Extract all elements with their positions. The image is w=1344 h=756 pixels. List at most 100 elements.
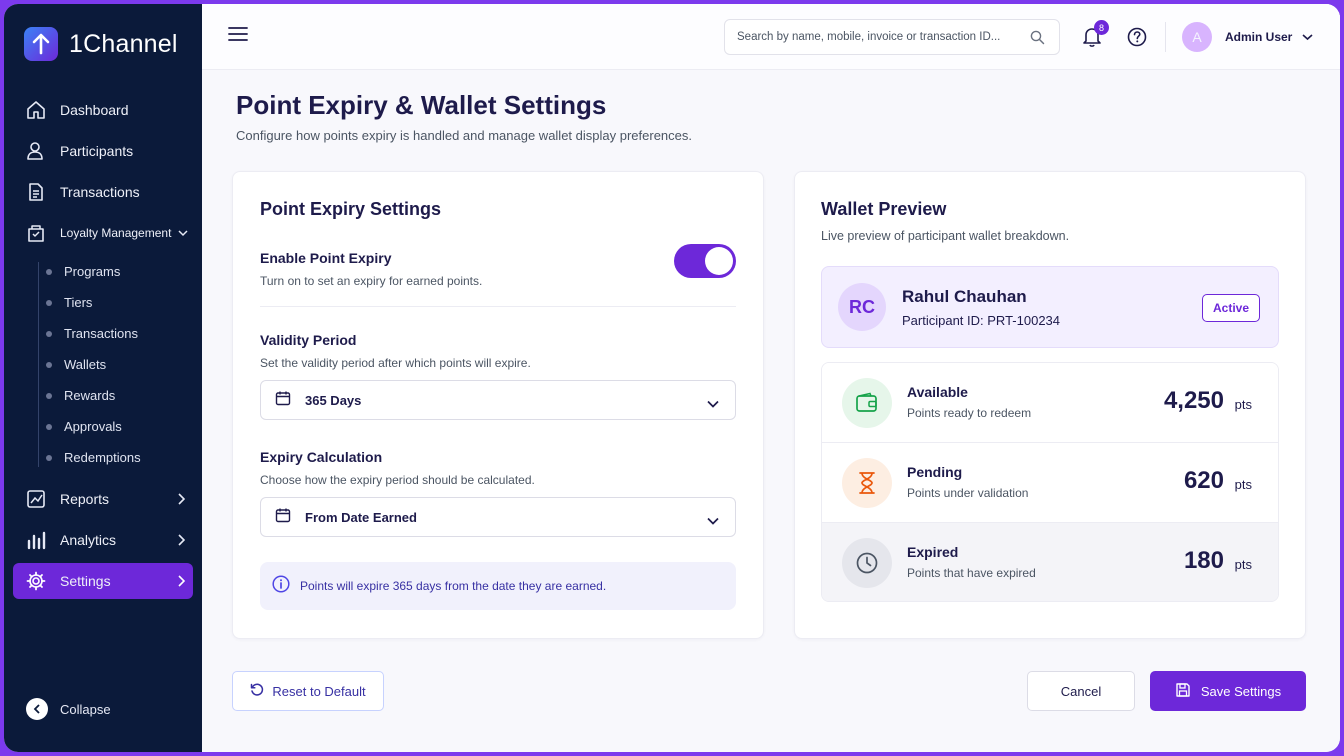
- wallet-row-expired: Expired Points that have expired 180 pts: [822, 523, 1278, 601]
- hourglass-icon: [842, 458, 892, 508]
- participant-id: Participant ID: PRT-100234: [902, 313, 1061, 328]
- sidebar-item-label: Analytics: [60, 532, 117, 548]
- validity-period-value: 365 Days: [305, 392, 362, 408]
- participant-card: RC Rahul Chauhan Participant ID: PRT-100…: [821, 266, 1279, 348]
- bullet-icon: [46, 454, 52, 461]
- wallet-row-title: Expired: [907, 544, 959, 560]
- app-window: 1Channel Dashboard Participants Transact…: [4, 4, 1340, 752]
- expiry-calculation-label: Expiry Calculation: [260, 449, 383, 465]
- wallet-row-value: 180: [1183, 547, 1224, 574]
- hamburger-menu-icon[interactable]: [228, 26, 248, 47]
- topbar-divider: [1165, 22, 1166, 52]
- sidebar-item-transactions[interactable]: Transactions: [13, 174, 193, 210]
- report-chart-icon: [25, 488, 47, 510]
- wallet-row-unit: pts: [1234, 477, 1252, 492]
- wallet-preview-subtitle: Live preview of participant wallet break…: [821, 229, 1070, 243]
- bullet-icon: [46, 361, 52, 368]
- save-icon: [1175, 682, 1191, 701]
- wallet-row-unit: pts: [1234, 557, 1252, 572]
- bar-chart-icon: [25, 529, 47, 551]
- sidebar-nav: Dashboard Participants Transactions Loya…: [4, 92, 202, 604]
- subnav-item-approvals[interactable]: Approvals: [4, 411, 202, 442]
- toggle-knob: [705, 247, 733, 275]
- wallet-row-subtitle: Points that have expired: [907, 566, 1036, 580]
- sidebar-item-settings[interactable]: Settings: [13, 563, 193, 599]
- chevron-right-icon: [177, 492, 186, 508]
- reset-to-default-button[interactable]: Reset to Default: [232, 671, 384, 711]
- expiry-calculation-select[interactable]: From Date Earned: [260, 497, 736, 537]
- cancel-button-label: Cancel: [1060, 683, 1102, 699]
- sidebar-item-label: Reports: [60, 491, 110, 507]
- chevron-down-icon: [707, 512, 719, 530]
- subnav-item-wallets[interactable]: Wallets: [4, 349, 202, 380]
- enable-expiry-toggle[interactable]: [674, 244, 736, 278]
- status-badge: Active: [1202, 294, 1260, 322]
- wallet-preview-card: Wallet Preview Live preview of participa…: [794, 171, 1306, 639]
- home-icon: [25, 99, 47, 121]
- sidebar-item-loyalty-management[interactable]: Loyalty Management: [13, 215, 193, 251]
- save-button-label: Save Settings: [1200, 683, 1282, 699]
- chevron-left-icon: [26, 698, 48, 720]
- subnav-item-programs[interactable]: Programs: [4, 256, 202, 287]
- enable-expiry-help: Turn on to set an expiry for earned poin…: [260, 274, 483, 288]
- brand[interactable]: 1Channel: [4, 4, 202, 84]
- chevron-down-icon: [707, 395, 719, 413]
- card-title: Wallet Preview: [821, 199, 947, 219]
- wallet-row-value: 620: [1183, 467, 1224, 494]
- participant-name: Rahul Chauhan: [902, 287, 1027, 306]
- calendar-icon: [275, 390, 291, 411]
- subnav-label: Rewards: [64, 388, 116, 403]
- loyalty-subnav: Programs Tiers Transactions Wallets Rewa…: [4, 256, 202, 473]
- collapse-button[interactable]: Collapse: [26, 698, 111, 720]
- subnav-item-rewards[interactable]: Rewards: [4, 380, 202, 411]
- save-settings-button[interactable]: Save Settings: [1150, 671, 1306, 711]
- wallet-row-title: Available: [907, 384, 968, 400]
- sidebar-item-label: Participants: [60, 143, 134, 159]
- chevron-right-icon: [177, 533, 186, 549]
- wallet-breakdown-list: Available Points ready to redeem 4,250 p…: [821, 362, 1279, 602]
- user-name: Admin User: [1225, 30, 1293, 44]
- subnav-item-transactions[interactable]: Transactions: [4, 318, 202, 349]
- bullet-icon: [46, 392, 52, 399]
- search-box: [724, 19, 1060, 55]
- sidebar-item-dashboard[interactable]: Dashboard: [13, 92, 193, 128]
- subnav-item-tiers[interactable]: Tiers: [4, 287, 202, 318]
- page-subtitle: Configure how points expiry is handled a…: [236, 128, 692, 143]
- wallet-row-value: 4,250: [1163, 387, 1224, 414]
- help-icon[interactable]: [1127, 27, 1147, 52]
- sidebar-item-label: Dashboard: [60, 102, 129, 118]
- wallet-row-unit: pts: [1234, 397, 1252, 412]
- subnav-item-redemptions[interactable]: Redemptions: [4, 442, 202, 473]
- expiry-info-text: Points will expire 365 days from the dat…: [300, 579, 607, 593]
- sidebar-item-analytics[interactable]: Analytics: [13, 522, 193, 558]
- point-expiry-card: Point Expiry Settings Enable Point Expir…: [232, 171, 764, 639]
- sidebar-item-participants[interactable]: Participants: [13, 133, 193, 169]
- reset-button-label: Reset to Default: [272, 683, 366, 699]
- page-title: Point Expiry & Wallet Settings: [236, 90, 607, 120]
- subnav-label: Redemptions: [64, 450, 141, 465]
- chevron-right-icon: [177, 574, 186, 590]
- divider: [260, 306, 736, 307]
- participant-avatar: RC: [838, 283, 886, 331]
- subnav-label: Tiers: [64, 295, 93, 310]
- validity-period-select[interactable]: 365 Days: [260, 380, 736, 420]
- wallet-row-title: Pending: [907, 464, 963, 480]
- calendar-icon: [275, 507, 291, 528]
- cancel-button[interactable]: Cancel: [1027, 671, 1135, 711]
- subnav-label: Programs: [64, 264, 121, 279]
- sidebar-item-reports[interactable]: Reports: [13, 481, 193, 517]
- bullet-icon: [46, 299, 52, 306]
- main-content: 8 A Admin User Point Expiry & Wallet Set…: [202, 4, 1340, 752]
- wallet-row-pending: Pending Points under validation 620 pts: [822, 443, 1278, 523]
- bullet-icon: [46, 330, 52, 337]
- wallet-row-available: Available Points ready to redeem 4,250 p…: [822, 363, 1278, 443]
- document-icon: [25, 181, 47, 203]
- brand-logo-icon: [24, 27, 58, 61]
- wallet-icon: [842, 378, 892, 428]
- search-input[interactable]: [737, 31, 1017, 43]
- search-icon[interactable]: [1030, 30, 1045, 50]
- info-icon: [272, 574, 290, 598]
- card-title: Point Expiry Settings: [260, 199, 442, 219]
- user-menu[interactable]: A Admin User: [1182, 22, 1313, 52]
- chevron-down-icon: [178, 226, 188, 240]
